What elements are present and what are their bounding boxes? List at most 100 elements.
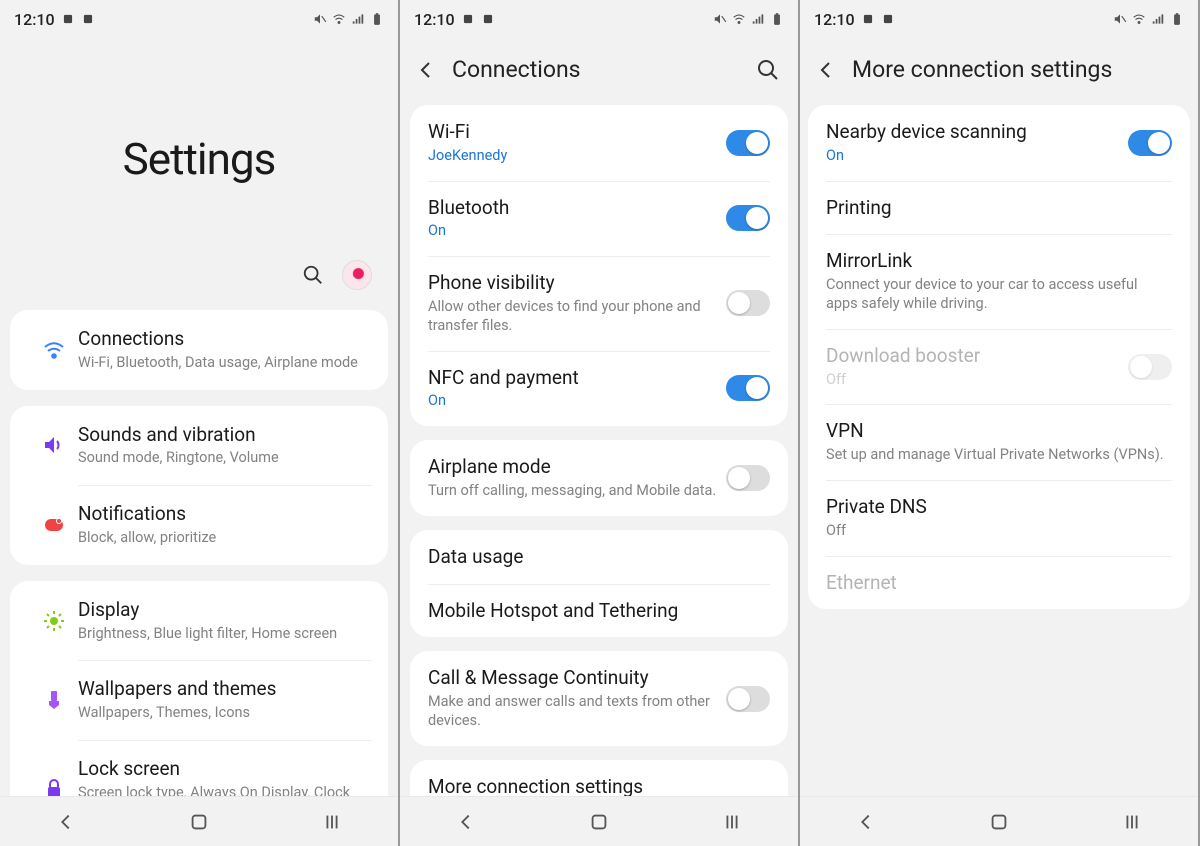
- toggle[interactable]: [726, 130, 770, 156]
- screen-connections: 12:10 Connections Wi-Fi JoeKennedy Bluetoo…: [400, 0, 800, 846]
- item-title: Mobile Hotspot and Tethering: [428, 599, 762, 623]
- item-title: Call & Message Continuity: [428, 666, 718, 690]
- item-title: NFC and payment: [428, 366, 718, 390]
- settings-item-title: Sounds and vibration: [78, 423, 368, 447]
- more-connection-item[interactable]: Private DNSOff: [808, 480, 1190, 556]
- nav-home-icon[interactable]: [988, 811, 1010, 833]
- settings-item-notifications[interactable]: Notifications Block, allow, prioritize: [10, 485, 388, 565]
- status-bar: 12:10: [800, 0, 1198, 38]
- nav-bar: [800, 796, 1198, 846]
- toggle[interactable]: [1128, 130, 1172, 156]
- item-sub: JoeKennedy: [428, 147, 718, 166]
- wifi-icon: [1132, 12, 1146, 26]
- mute-icon: [313, 12, 327, 26]
- item-title: VPN: [826, 419, 1164, 443]
- appbar-title: More connection settings: [852, 56, 1180, 83]
- item-sub: Connect your device to your car to acces…: [826, 276, 1164, 314]
- settings-item-sub: Screen lock type, Always On Display, Clo…: [78, 784, 368, 796]
- wifi-icon: [332, 12, 346, 26]
- nav-recents-icon[interactable]: [1121, 811, 1143, 833]
- connections-item[interactable]: NFC and paymentOn: [410, 351, 788, 427]
- appbar-title: Connections: [452, 56, 742, 83]
- settings-item-display[interactable]: Display Brightness, Blue light filter, H…: [10, 581, 388, 661]
- back-icon[interactable]: [414, 58, 438, 82]
- status-bar: 12:10: [400, 0, 798, 38]
- nav-back-icon[interactable]: [55, 811, 77, 833]
- back-icon[interactable]: [814, 58, 838, 82]
- battery-icon: [370, 12, 384, 26]
- status-icon: [61, 12, 75, 26]
- item-sub: On: [428, 222, 718, 241]
- item-sub: On: [826, 147, 1120, 166]
- connections-item[interactable]: Phone visibilityAllow other devices to f…: [410, 256, 788, 350]
- settings-item-sub: Brightness, Blue light filter, Home scre…: [78, 625, 368, 644]
- settings-item-title: Wallpapers and themes: [78, 677, 368, 701]
- nav-recents-icon[interactable]: [321, 811, 343, 833]
- status-time: 12:10: [814, 10, 855, 29]
- item-title: MirrorLink: [826, 249, 1164, 273]
- toggle: [1128, 354, 1172, 380]
- status-icon: [81, 12, 95, 26]
- battery-icon: [770, 12, 784, 26]
- settings-item-sub: Wi-Fi, Bluetooth, Data usage, Airplane m…: [78, 354, 368, 373]
- settings-item-sounds[interactable]: Sounds and vibration Sound mode, Rington…: [10, 406, 388, 486]
- battery-icon: [1170, 12, 1184, 26]
- connections-item[interactable]: Data usage: [410, 530, 788, 584]
- nav-home-icon[interactable]: [588, 811, 610, 833]
- more-connection-item[interactable]: Printing: [808, 181, 1190, 235]
- more-connection-item[interactable]: VPN Set up and manage Virtual Private Net…: [808, 404, 1190, 480]
- toggle[interactable]: [726, 375, 770, 401]
- connections-item[interactable]: Mobile Hotspot and Tethering: [410, 584, 788, 638]
- item-title: Bluetooth: [428, 196, 718, 220]
- search-icon[interactable]: [756, 58, 780, 82]
- connections-item[interactable]: Call & Message Continuity Make and answer…: [410, 651, 788, 745]
- nav-bar: [0, 796, 398, 846]
- settings-item-title: Lock screen: [78, 757, 368, 781]
- signal-icon: [751, 12, 765, 26]
- screen-settings: 12:10 Settings Connections Wi-Fi, Blueto…: [0, 0, 400, 846]
- item-title: Data usage: [428, 545, 762, 569]
- item-sub: Off: [826, 371, 1120, 390]
- item-title: Private DNS: [826, 495, 1164, 519]
- search-icon[interactable]: [302, 264, 324, 286]
- connections-item[interactable]: Airplane modeTurn off calling, messaging…: [410, 440, 788, 516]
- nav-back-icon[interactable]: [855, 811, 877, 833]
- item-title: More connection settings: [428, 775, 762, 796]
- toggle[interactable]: [726, 686, 770, 712]
- more-connection-item: Download boosterOff: [808, 329, 1190, 405]
- more-connection-item: Ethernet: [808, 556, 1190, 610]
- settings-item-title: Notifications: [78, 502, 368, 526]
- item-sub: Make and answer calls and texts from oth…: [428, 693, 718, 731]
- nav-recents-icon[interactable]: [721, 811, 743, 833]
- screen-more-connection-settings: 12:10 More connection settings Nearby de…: [800, 0, 1200, 846]
- item-title: Wi-Fi: [428, 120, 718, 144]
- status-icon: [861, 12, 875, 26]
- settings-item-sub: Wallpapers, Themes, Icons: [78, 704, 368, 723]
- toggle[interactable]: [726, 290, 770, 316]
- connections-item[interactable]: Bluetooth On: [410, 181, 788, 257]
- item-sub: Set up and manage Virtual Private Networ…: [826, 446, 1164, 465]
- more-connection-item[interactable]: Nearby device scanningOn: [808, 105, 1190, 181]
- nav-back-icon[interactable]: [455, 811, 477, 833]
- item-sub: Allow other devices to find your phone a…: [428, 298, 718, 336]
- toggle[interactable]: [726, 465, 770, 491]
- item-title: Ethernet: [826, 571, 1164, 595]
- toggle[interactable]: [726, 205, 770, 231]
- settings-item-wallpapers[interactable]: Wallpapers and themes Wallpapers, Themes…: [10, 660, 388, 740]
- status-icon: [461, 12, 475, 26]
- settings-item-sub: Block, allow, prioritize: [78, 529, 368, 548]
- status-time: 12:10: [14, 10, 55, 29]
- settings-item-connections[interactable]: Connections Wi-Fi, Bluetooth, Data usage…: [10, 310, 388, 390]
- nav-home-icon[interactable]: [188, 811, 210, 833]
- page-title: Settings: [0, 133, 398, 185]
- more-connection-item[interactable]: MirrorLink Connect your device to your ca…: [808, 234, 1190, 328]
- badge-icon: [42, 513, 66, 537]
- settings-item-lockscreen[interactable]: Lock screen Screen lock type, Always On …: [10, 740, 388, 796]
- brush-icon: [42, 688, 66, 712]
- settings-item-title: Display: [78, 598, 368, 622]
- profile-avatar[interactable]: [342, 260, 372, 290]
- brightness-icon: [42, 609, 66, 633]
- connections-item[interactable]: More connection settings: [410, 760, 788, 796]
- connections-item[interactable]: Wi-Fi JoeKennedy: [410, 105, 788, 181]
- status-bar: 12:10: [0, 0, 398, 38]
